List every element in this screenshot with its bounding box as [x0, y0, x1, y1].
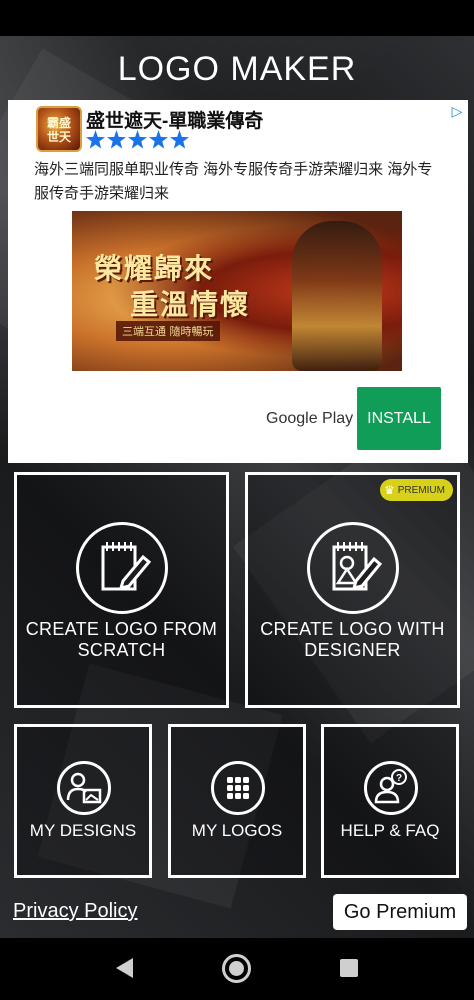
create-from-scratch-button[interactable]: CREATE LOGO FROM SCRATCH	[14, 472, 229, 708]
back-icon[interactable]	[116, 958, 133, 978]
my-designs-label: MY DESIGNS	[29, 821, 137, 840]
home-icon[interactable]	[222, 954, 251, 983]
crown-icon: ♛	[384, 483, 395, 497]
adchoices-icon[interactable]: ▷	[446, 100, 468, 122]
create-with-designer-button[interactable]: ♛ PREMIUM CREATE LOGO WITH DESIGNER	[245, 472, 460, 708]
go-premium-button[interactable]: Go Premium	[333, 894, 467, 930]
my-logos-label: MY LOGOS	[191, 821, 283, 840]
create-with-designer-label: CREATE LOGO WITH DESIGNER	[260, 619, 445, 660]
ad-logo-text: 霸盛 世天	[46, 116, 71, 144]
ad-store-label: Google Play	[266, 410, 354, 427]
status-bar	[0, 0, 474, 36]
help-faq-label: HELP & FAQ	[340, 821, 440, 840]
grid-dots-icon	[211, 761, 265, 815]
star-icon	[170, 130, 189, 149]
create-from-scratch-label: CREATE LOGO FROM SCRATCH	[25, 619, 218, 660]
my-designs-button[interactable]: MY DESIGNS	[14, 724, 152, 878]
ad-image-subtitle: 三端互通 隨時暢玩	[116, 321, 220, 341]
star-icon	[86, 130, 105, 149]
notepad-shape-icon	[307, 522, 399, 614]
ad-app-logo[interactable]: 霸盛 世天	[36, 106, 82, 152]
ad-title[interactable]: 盛世遮天-單職業傳奇	[86, 106, 263, 133]
star-icon	[149, 130, 168, 149]
recent-apps-icon[interactable]	[340, 959, 358, 977]
ad-banner[interactable]: ▷ 霸盛 世天 盛世遮天-單職業傳奇 海外三端同服单职业传奇 海外专服传奇手游荣…	[8, 100, 468, 463]
app-title: LOGO MAKER	[117, 50, 357, 88]
my-logos-button[interactable]: MY LOGOS	[168, 724, 306, 878]
notepad-pencil-icon	[76, 522, 168, 614]
premium-badge-label: PREMIUM	[397, 484, 445, 496]
ad-image-headline-2: 重溫情懷	[130, 288, 251, 321]
help-faq-button[interactable]: ? HELP & FAQ	[321, 724, 459, 878]
privacy-policy-link[interactable]: Privacy Policy	[13, 900, 137, 923]
navigation-bar	[0, 938, 474, 1000]
ad-image-warrior	[292, 221, 382, 371]
install-button[interactable]: INSTALL	[357, 387, 441, 450]
ad-description: 海外三端同服单职业传奇 海外专服传奇手游荣耀归来 海外专服传奇手游荣耀归来	[34, 161, 433, 202]
svg-text:?: ?	[396, 773, 402, 784]
star-icon	[128, 130, 147, 149]
star-icon	[107, 130, 126, 149]
ad-image[interactable]: 榮耀歸來 重溫情懷 三端互通 隨時暢玩	[72, 211, 402, 371]
person-question-icon: ?	[364, 761, 418, 815]
ad-rating	[86, 130, 189, 149]
ad-image-headline-1: 榮耀歸來	[94, 252, 215, 285]
person-image-icon	[57, 761, 111, 815]
premium-badge: ♛ PREMIUM	[380, 479, 453, 501]
